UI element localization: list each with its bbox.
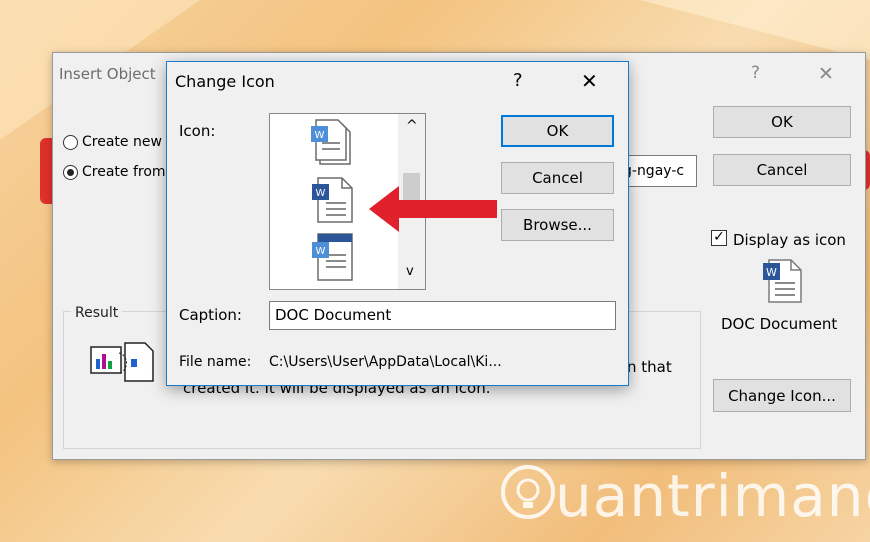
radio-button[interactable] (63, 164, 78, 180)
radio-create-from-file[interactable]: Create from (63, 164, 166, 180)
radio-label: Create from (82, 164, 166, 180)
radio-create-new[interactable]: Create new (63, 134, 162, 150)
caption-input[interactable]: DOC Document (269, 301, 616, 330)
file-name-label: File name: (179, 354, 252, 370)
display-as-icon-checkbox[interactable]: ✓ (711, 230, 727, 246)
result-text-tail: n that (627, 358, 672, 376)
background-shard (640, 0, 870, 60)
file-name-value: C:\Users\User\AppData\Local\Ki... (269, 354, 502, 370)
ok-button[interactable]: OK (713, 106, 851, 138)
red-arrow-annotation (369, 186, 497, 232)
svg-text:W: W (315, 130, 325, 141)
close-icon[interactable]: ✕ (581, 69, 598, 93)
dialog-title: Change Icon (175, 72, 275, 91)
svg-text:W: W (316, 188, 326, 199)
result-label: Result (71, 305, 123, 321)
scroll-up-icon[interactable]: ^ (406, 118, 418, 134)
cancel-button[interactable]: Cancel (713, 154, 851, 186)
watermark-bulb-icon (501, 465, 555, 519)
file-path-field[interactable]: g-ngay-c (619, 155, 697, 187)
icon-caption: DOC Document (721, 315, 838, 333)
help-icon[interactable]: ? (751, 63, 760, 83)
word-document-icon[interactable]: W (308, 116, 354, 166)
svg-text:W: W (316, 246, 326, 257)
change-icon-dialog: Change Icon ? ✕ Icon: W W W ^ v OK Cance… (166, 61, 629, 386)
change-icon-button[interactable]: Change Icon... (713, 379, 851, 412)
ok-button[interactable]: OK (501, 115, 614, 147)
close-icon[interactable]: ✕ (818, 63, 834, 85)
caption-label: Caption: (179, 306, 242, 324)
browse-button[interactable]: Browse... (501, 209, 614, 241)
cancel-button[interactable]: Cancel (501, 162, 614, 194)
radio-label: Create new (82, 134, 162, 150)
dialog-title: Insert Object (59, 65, 156, 83)
result-icon (90, 342, 154, 382)
word-document-icon-selected[interactable]: W (310, 174, 356, 224)
word-document-icon[interactable]: W (310, 230, 356, 282)
scroll-down-icon[interactable]: v (406, 264, 414, 279)
word-document-icon: W (763, 259, 802, 303)
help-icon[interactable]: ? (513, 70, 523, 91)
svg-text:W: W (766, 266, 777, 279)
icon-label: Icon: (179, 122, 216, 140)
watermark-text: uantrimang (555, 462, 870, 530)
radio-button[interactable] (63, 134, 78, 150)
display-as-icon-label: Display as icon (733, 231, 846, 249)
